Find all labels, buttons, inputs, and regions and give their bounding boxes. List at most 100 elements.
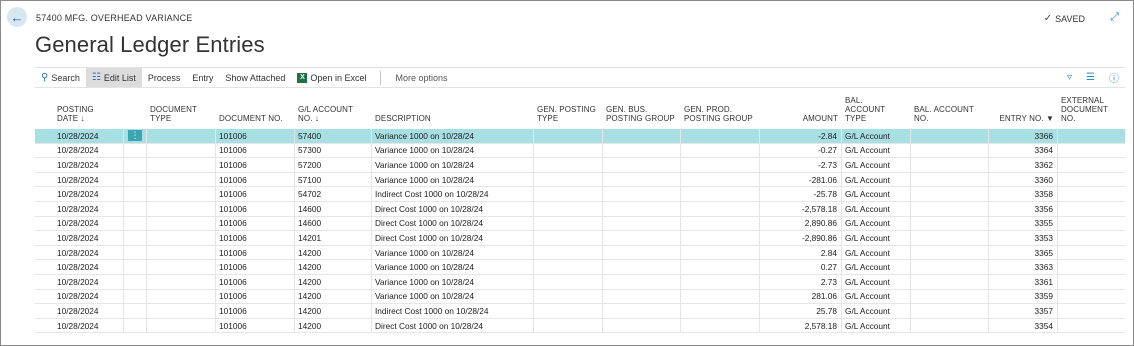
amount-cell[interactable]: 25.78	[760, 304, 842, 318]
amount-cell[interactable]: -0.27	[760, 143, 842, 158]
gen-prod-posting-group-cell[interactable]	[681, 318, 760, 333]
description-cell[interactable]: Direct Cost 1000 on 10/28/24	[372, 201, 534, 216]
table-row[interactable]: 10/28/2024 101006 14200 Variance 1000 on 10…	[35, 289, 1125, 305]
posting-date-cell[interactable]: 10/28/2024	[35, 201, 124, 216]
gl-account-no-cell[interactable]: 14600	[295, 201, 372, 216]
document-type-cell[interactable]	[147, 231, 216, 245]
table-row[interactable]: 10/28/2024 101006 14200 Direct Cost 1000 on…	[35, 318, 1125, 334]
amount-cell[interactable]: 2,890.86	[760, 216, 842, 231]
external-document-no-cell[interactable]	[1058, 260, 1125, 274]
external-document-no-cell[interactable]	[1058, 304, 1125, 318]
column-header-gen-prod-posting-group[interactable]: GEN. PROD. POSTING GROUP	[681, 105, 760, 123]
open-in-excel-button[interactable]: X Open in Excel	[291, 68, 372, 87]
gl-account-no-cell[interactable]: 54702	[295, 187, 372, 201]
table-row[interactable]: 10/28/2024 ⋮ 101006 57400 Variance 1000 on 1…	[35, 129, 1125, 144]
entry-no-cell[interactable]: 3365	[989, 245, 1058, 260]
amount-cell[interactable]: -281.06	[760, 172, 842, 187]
description-cell[interactable]: Variance 1000 on 10/28/24	[372, 274, 534, 289]
column-header-entry-no[interactable]: ENTRY NO. ▼	[989, 114, 1058, 123]
amount-cell[interactable]: 2,578.18	[760, 318, 842, 333]
bal-account-no-cell[interactable]	[911, 231, 989, 245]
document-type-cell[interactable]	[147, 129, 216, 143]
gen-bus-posting-group-cell[interactable]	[603, 158, 681, 172]
gen-posting-type-cell[interactable]	[534, 158, 603, 172]
gl-account-no-cell[interactable]: 14600	[295, 216, 372, 231]
posting-date-cell[interactable]: 10/28/2024	[35, 187, 124, 201]
gen-bus-posting-group-cell[interactable]	[603, 304, 681, 318]
description-cell[interactable]: Variance 1000 on 10/28/24	[372, 172, 534, 187]
gen-posting-type-cell[interactable]	[534, 274, 603, 289]
description-cell[interactable]: Direct Cost 1000 on 10/28/24	[372, 216, 534, 231]
document-type-cell[interactable]	[147, 260, 216, 274]
bal-account-no-cell[interactable]	[911, 129, 989, 143]
bal-account-type-cell[interactable]: G/L Account	[842, 158, 911, 172]
gl-account-no-cell[interactable]: 57400	[295, 129, 372, 143]
gen-prod-posting-group-cell[interactable]	[681, 172, 760, 187]
gen-posting-type-cell[interactable]	[534, 231, 603, 245]
entry-no-cell[interactable]: 3360	[989, 172, 1058, 187]
gen-bus-posting-group-cell[interactable]	[603, 260, 681, 274]
external-document-no-cell[interactable]	[1058, 246, 1125, 260]
document-type-cell[interactable]	[147, 318, 216, 333]
bal-account-no-cell[interactable]	[911, 274, 989, 289]
bal-account-no-cell[interactable]	[911, 158, 989, 172]
gl-account-no-cell[interactable]: 14201	[295, 231, 372, 245]
gen-bus-posting-group-cell[interactable]	[603, 187, 681, 201]
external-document-no-cell[interactable]	[1058, 290, 1125, 304]
description-cell[interactable]: Indirect Cost 1000 on 10/28/24	[372, 187, 534, 201]
amount-cell[interactable]: -2.73	[760, 158, 842, 172]
gen-bus-posting-group-cell[interactable]	[603, 201, 681, 216]
entry-no-cell[interactable]: 3366	[989, 129, 1058, 143]
entry-no-cell[interactable]: 3364	[989, 143, 1058, 158]
bal-account-no-cell[interactable]	[911, 260, 989, 274]
description-cell[interactable]: Variance 1000 on 10/28/24	[372, 289, 534, 304]
document-type-cell[interactable]	[147, 304, 216, 318]
gen-posting-type-cell[interactable]	[534, 187, 603, 201]
gl-account-no-cell[interactable]: 14200	[295, 304, 372, 318]
gen-bus-posting-group-cell[interactable]	[603, 172, 681, 187]
gen-posting-type-cell[interactable]	[534, 216, 603, 231]
posting-date-cell[interactable]: 10/28/2024	[35, 158, 124, 172]
entry-no-cell[interactable]: 3357	[989, 304, 1058, 318]
entry-no-cell[interactable]: 3362	[989, 158, 1058, 172]
document-type-cell[interactable]	[147, 172, 216, 187]
gl-account-no-cell[interactable]: 14200	[295, 245, 372, 260]
posting-date-cell[interactable]: 10/28/2024	[35, 172, 124, 187]
gen-prod-posting-group-cell[interactable]	[681, 143, 760, 158]
bal-account-type-cell[interactable]: G/L Account	[842, 304, 911, 318]
posting-date-cell[interactable]: 10/28/2024	[35, 289, 124, 304]
amount-cell[interactable]: -2.84	[760, 129, 842, 143]
bal-account-type-cell[interactable]: G/L Account	[842, 318, 911, 333]
gen-bus-posting-group-cell[interactable]	[603, 245, 681, 260]
description-cell[interactable]: Direct Cost 1000 on 10/28/24	[372, 318, 534, 333]
table-row[interactable]: 10/28/2024 101006 14600 Direct Cost 1000 on…	[35, 201, 1125, 217]
gen-prod-posting-group-cell[interactable]	[681, 201, 760, 216]
description-cell[interactable]: Variance 1000 on 10/28/24	[372, 143, 534, 158]
amount-cell[interactable]: 2.73	[760, 274, 842, 289]
gl-account-no-cell[interactable]: 14200	[295, 289, 372, 304]
external-document-no-cell[interactable]	[1058, 129, 1125, 143]
process-menu[interactable]: Process	[142, 68, 187, 87]
table-row[interactable]: 10/28/2024 101006 14201 Direct Cost 1000 on…	[35, 231, 1125, 246]
bal-account-type-cell[interactable]: G/L Account	[842, 172, 911, 187]
entry-no-cell[interactable]: 3359	[989, 289, 1058, 304]
entry-no-cell[interactable]: 3355	[989, 216, 1058, 231]
external-document-no-cell[interactable]	[1058, 202, 1125, 216]
show-attached-button[interactable]: Show Attached	[219, 68, 291, 87]
bal-account-type-cell[interactable]: G/L Account	[842, 245, 911, 260]
back-button[interactable]: ←	[7, 7, 27, 27]
posting-date-cell[interactable]: 10/28/2024	[35, 274, 124, 289]
entry-no-cell[interactable]: 3363	[989, 260, 1058, 274]
bal-account-no-cell[interactable]	[911, 245, 989, 260]
table-row[interactable]: 10/28/2024 101006 14200 Variance 1000 on 10…	[35, 274, 1125, 290]
document-no-cell[interactable]: 101006	[216, 216, 295, 231]
gen-prod-posting-group-cell[interactable]	[681, 158, 760, 172]
document-no-cell[interactable]: 101006	[216, 201, 295, 216]
posting-date-cell[interactable]: 10/28/2024	[35, 260, 124, 274]
table-row[interactable]: 10/28/2024 101006 14200 Variance 1000 on 10…	[35, 260, 1125, 275]
document-no-cell[interactable]: 101006	[216, 231, 295, 245]
gen-prod-posting-group-cell[interactable]	[681, 187, 760, 201]
more-options-button[interactable]: More options	[389, 68, 453, 87]
gen-bus-posting-group-cell[interactable]	[603, 216, 681, 231]
entry-menu[interactable]: Entry	[186, 68, 219, 87]
